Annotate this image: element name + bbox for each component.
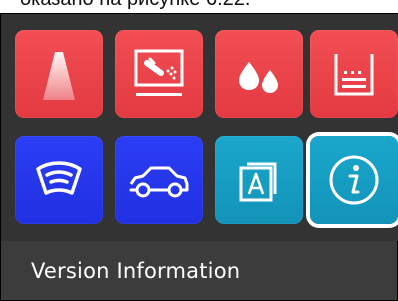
selected-item-label: Version Information (31, 258, 241, 283)
info-circle-icon (329, 155, 379, 205)
beam-light-icon (43, 52, 75, 100)
caption-text: оказано на рисунке 6.22. (20, 0, 250, 9)
light-beam-tile[interactable] (15, 30, 103, 118)
app-menu-panel: Version Information (0, 13, 398, 301)
vehicle-tile[interactable] (115, 136, 203, 224)
car-outline-icon (129, 166, 189, 198)
washer-fluid-tile[interactable] (215, 30, 303, 118)
display-tile[interactable] (115, 30, 203, 118)
windshield-tile[interactable] (15, 136, 103, 224)
water-drops-icon (239, 62, 278, 93)
monitor-spray-icon (134, 49, 184, 96)
selected-item-label-bar: Version Information (1, 241, 397, 300)
fluid-container-icon (334, 54, 374, 96)
font-layers-icon (239, 162, 277, 202)
version-info-tile[interactable] (310, 136, 398, 224)
font-tile[interactable] (215, 136, 303, 224)
windshield-icon (36, 161, 82, 195)
fluid-level-tile[interactable] (310, 30, 398, 118)
icon-grid (1, 14, 398, 241)
